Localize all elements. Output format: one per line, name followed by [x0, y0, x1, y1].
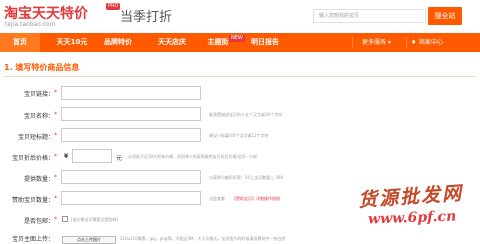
free-shipping-checkbox[interactable]	[62, 216, 68, 222]
field-label: 宝贝主图上传：	[11, 236, 54, 243]
nav-item-anniversary[interactable]: 天天店庆	[150, 33, 194, 52]
field-hint: 310x310像素，jpg，png等，不超过3M，大小及格式，宝贝图片的时候请选…	[120, 236, 286, 241]
required-mark: *	[54, 174, 57, 181]
upload-image-button[interactable]: 点击上传图片	[62, 236, 116, 244]
section-title: 1. 填写特价商品信息	[4, 63, 80, 72]
site-header: 淘宝天天特价 PRO tejia.taobao.com 当季打折 输入您想找的宝…	[0, 0, 480, 33]
field-label: 宝贝短标题：	[17, 134, 54, 141]
watermark-text: 货源批发网	[357, 182, 464, 212]
required-mark: *	[54, 89, 57, 96]
main-nav: 首页 天天10元 品牌特价 天天店庆 主题街 NEW 明日报告 更多服务 ▾ ♦…	[0, 33, 480, 52]
price-unit: 元	[116, 155, 123, 162]
more-services-menu[interactable]: 更多服务 ▾	[362, 33, 391, 52]
required-mark: *	[54, 132, 57, 139]
item-short-title-input[interactable]	[61, 128, 201, 142]
field-label: 宝贝链接：	[23, 91, 54, 98]
section-divider	[4, 76, 476, 77]
logo-badge: PRO	[106, 3, 121, 10]
seller-center-link[interactable]: 商家中心	[419, 33, 443, 52]
sponsor-quantity-input[interactable]	[61, 191, 201, 205]
nav-item-report[interactable]: 明日报告	[242, 33, 288, 52]
checkbox-label: (该价格宝贝需要全国包邮)	[71, 217, 119, 222]
field-label: 是否包邮：	[23, 218, 54, 225]
field-label: 宝贝折后价格：	[11, 155, 54, 162]
item-link-input[interactable]	[61, 86, 201, 100]
watermark-url: www.6pf.cn	[367, 208, 457, 228]
nav-item-10yuan[interactable]: 天天10元	[52, 33, 92, 52]
user-icon: ♦	[411, 39, 417, 46]
nav-divider	[352, 37, 353, 48]
field-label: 赞助宝贝数量：	[11, 197, 54, 204]
field-label: 提供数量：	[23, 176, 54, 183]
logo-url: tejia.taobao.com	[5, 21, 56, 28]
price-input[interactable]	[72, 149, 112, 163]
field-hint: 建议小标填写6个汉字或12个字符	[209, 133, 269, 138]
field-hint: 点此查看	[209, 196, 225, 201]
field-hint: 必须低于近30天所有价格，折扣率<也高等级的宝贝折后价格/宝贝一口价	[128, 154, 258, 159]
search-button[interactable]: 搜全站	[428, 7, 462, 25]
watermark: 货源批发网 www.6pf.cn	[357, 182, 476, 232]
quantity-input[interactable]	[61, 170, 201, 184]
field-hint: 以获得小额折扣率：50上宝贝数量上 300	[209, 175, 283, 180]
search-input[interactable]: 输入您想找的宝贝	[313, 9, 426, 23]
nav-item-home[interactable]: 首页	[0, 33, 40, 52]
field-hint: 能清楚描述宝贝的十五个汉字或30个字符	[209, 112, 283, 117]
site-slogan: 当季打折	[120, 10, 173, 25]
required-mark: *	[54, 153, 57, 160]
currency-symbol: ¥	[64, 153, 69, 160]
required-mark: *	[54, 111, 57, 118]
nav-item-brand[interactable]: 品牌特价	[98, 33, 138, 52]
nav-divider	[406, 37, 407, 48]
sponsor-guide-link[interactable]: 【赞助宝贝】详细操作指南	[232, 196, 280, 202]
item-name-input[interactable]	[61, 107, 201, 121]
required-mark: *	[54, 195, 57, 202]
required-mark: *	[54, 216, 57, 223]
field-label: 宝贝名称：	[23, 113, 54, 120]
site-logo[interactable]: 淘宝天天特价	[4, 3, 88, 23]
